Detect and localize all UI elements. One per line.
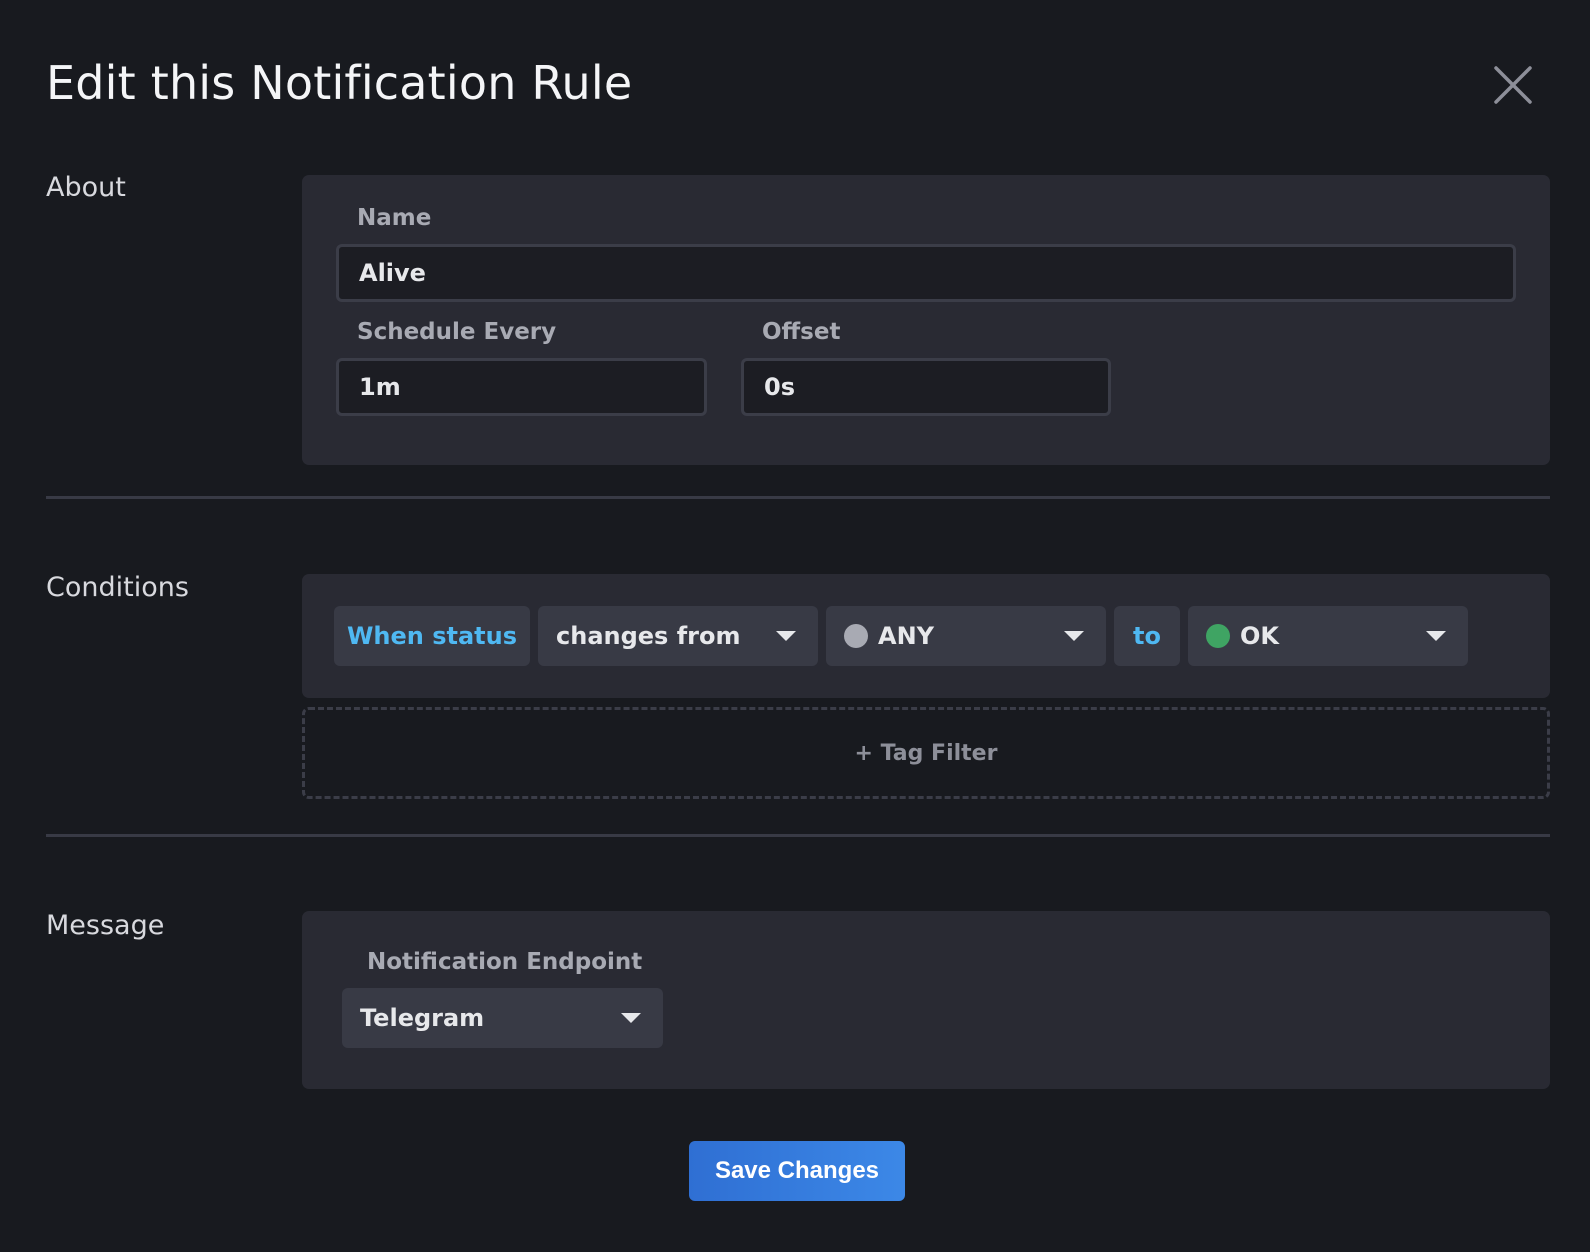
caret-down-icon [1426,631,1446,641]
caret-down-icon [1064,631,1084,641]
to-status-dropdown[interactable]: OK [1188,606,1468,666]
save-changes-button[interactable]: Save Changes [689,1141,905,1201]
about-panel: Name Schedule Every Offset [302,175,1550,465]
from-status-dropdown[interactable]: ANY [826,606,1106,666]
close-icon [1494,66,1532,104]
status-ok-dot-icon [1206,624,1230,648]
from-status-value: ANY [878,622,935,650]
message-section-label: Message [46,910,165,941]
dialog-title: Edit this Notification Rule [46,56,633,110]
section-divider [46,496,1550,499]
conditions-section-label: Conditions [46,572,189,603]
schedule-every-label: Schedule Every [357,319,557,345]
notification-rule-dialog: Edit this Notification Rule About Name S… [0,0,1590,1252]
notification-endpoint-label: Notification Endpoint [367,949,643,975]
endpoint-value: Telegram [360,1004,485,1032]
conditions-panel: When status changes from ANY to OK [302,574,1550,698]
add-tag-filter-button[interactable]: + Tag Filter [302,707,1550,799]
caret-down-icon [621,1013,641,1023]
operator-value: changes from [556,622,741,650]
about-section-label: About [46,172,126,203]
section-divider [46,834,1550,837]
status-any-dot-icon [844,624,868,648]
close-button[interactable] [1490,62,1536,108]
caret-down-icon [776,631,796,641]
name-label: Name [357,205,432,231]
schedule-every-input[interactable] [336,358,707,416]
offset-input[interactable] [741,358,1111,416]
message-panel: Notification Endpoint Telegram [302,911,1550,1089]
to-status-value: OK [1240,622,1279,650]
operator-dropdown[interactable]: changes from [538,606,818,666]
notification-endpoint-dropdown[interactable]: Telegram [342,988,663,1048]
when-status-label: When status [334,606,530,666]
name-input[interactable] [336,244,1516,302]
to-label: to [1114,606,1180,666]
offset-label: Offset [762,319,841,345]
